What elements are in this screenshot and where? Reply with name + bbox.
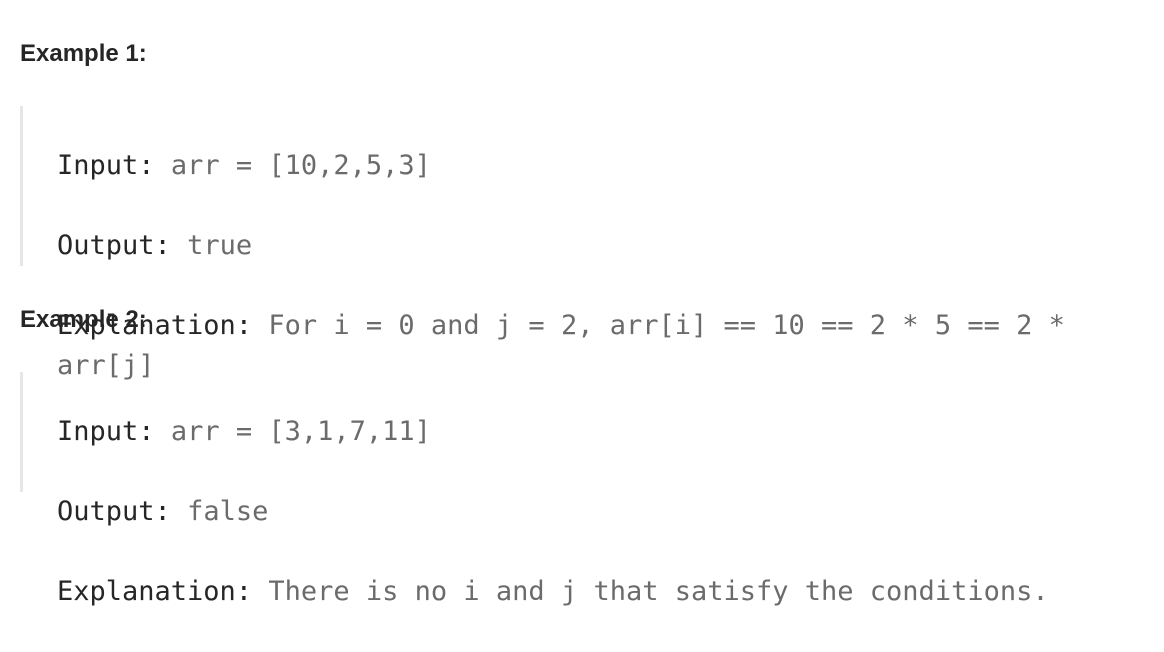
example-2-title: Example 2: — [20, 306, 147, 333]
explanation-value: There is no i and j that satisfy the con… — [268, 576, 1049, 607]
input-value: arr = [10,2,5,3] — [170, 150, 431, 181]
input-label: Input: — [57, 150, 155, 181]
example-1-block: Input: arr = [10,2,5,3] Output: true Exp… — [20, 106, 1147, 381]
output-label: Output: — [57, 230, 171, 261]
output-value: false — [187, 496, 269, 527]
input-value: arr = [3,1,7,11] — [170, 416, 431, 447]
example-2-block: Input: arr = [3,1,7,11] Output: false Ex… — [20, 372, 1147, 607]
explanation-label: Explanation: — [57, 576, 253, 607]
input-label: Input: — [57, 416, 155, 447]
example-1-title: Example 1: — [20, 40, 147, 67]
output-value: true — [187, 230, 253, 261]
output-label: Output: — [57, 496, 171, 527]
